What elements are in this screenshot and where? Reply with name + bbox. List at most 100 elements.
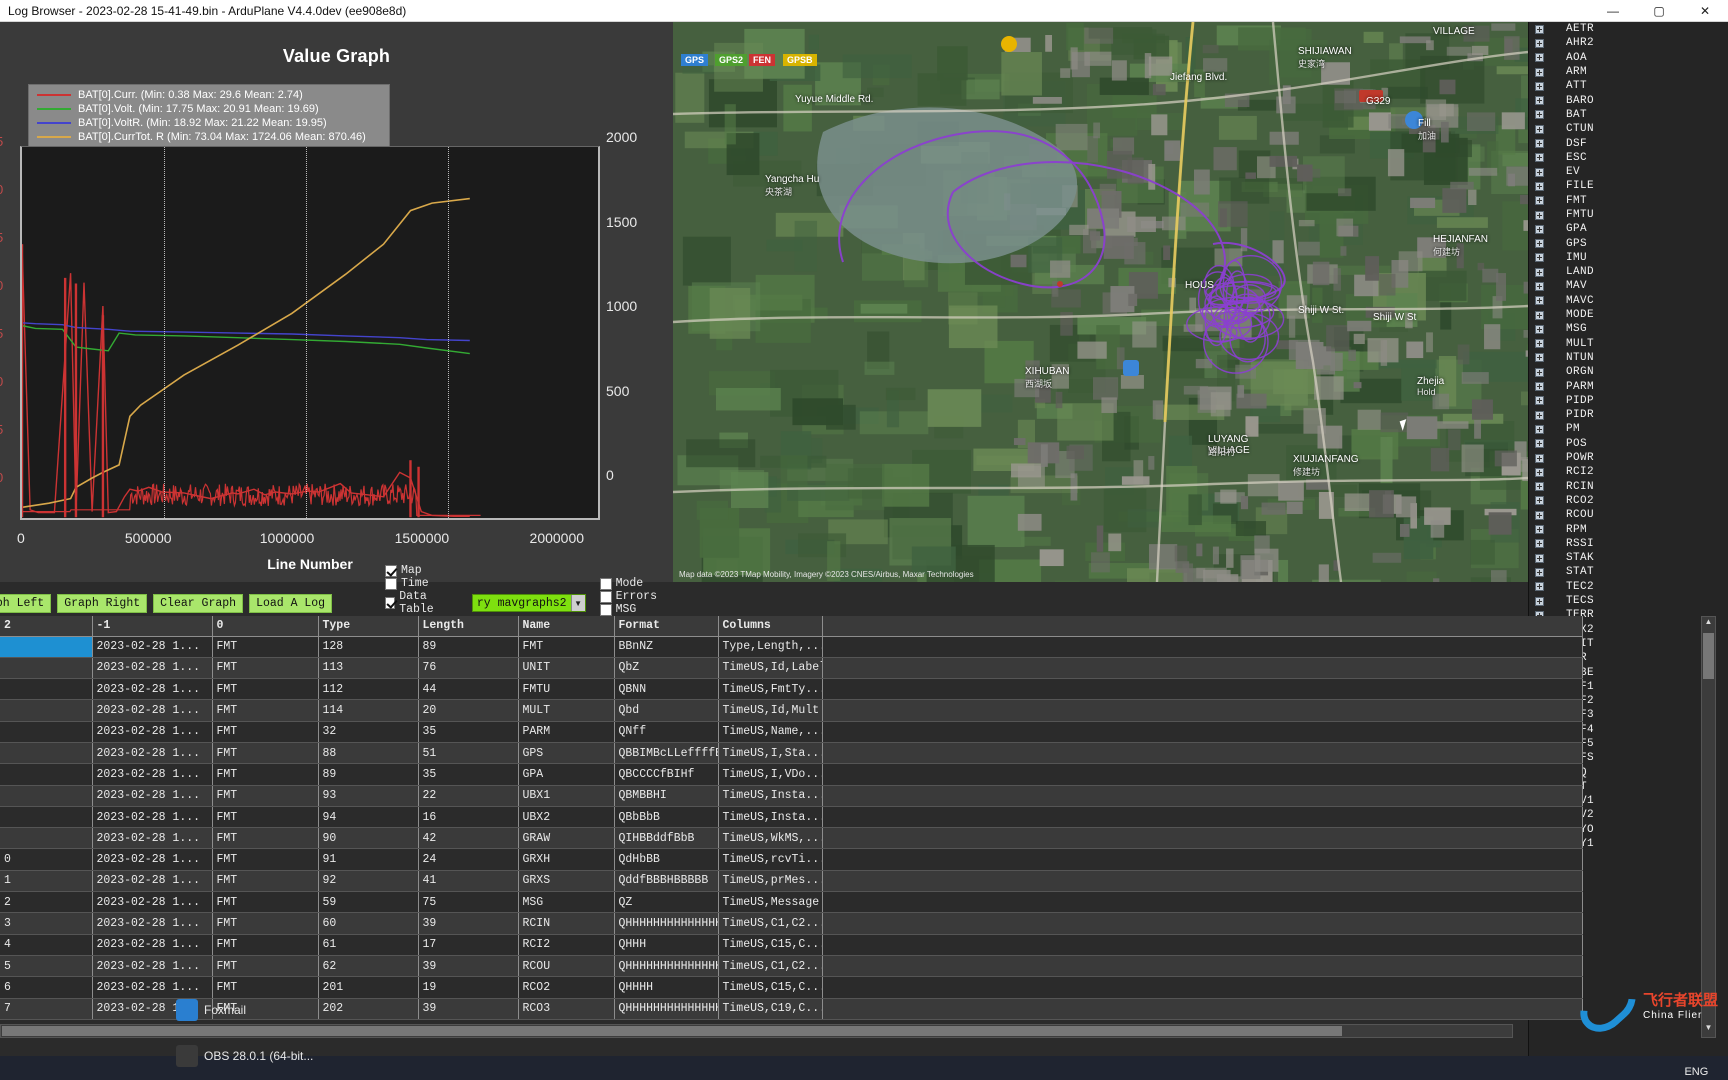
table-cell-type[interactable]: FMT: [212, 806, 319, 829]
table-cell-c[interactable]: 39: [418, 998, 519, 1020]
table-cell-time[interactable]: 2023-02-28 1...: [92, 955, 213, 978]
table-cell-n[interactable]: [0, 636, 93, 658]
table-cell-len[interactable]: 90: [318, 827, 419, 850]
graph-preset-combobox[interactable]: ry mavgraphs2 ▼: [471, 594, 586, 612]
table-cell-empty[interactable]: [822, 827, 1583, 850]
table-cell-cols[interactable]: Type,Length,...: [718, 636, 823, 658]
table-cell-len[interactable]: 94: [318, 806, 419, 829]
message-type-row[interactable]: CTUN: [1529, 122, 1728, 136]
message-type-row[interactable]: MAV: [1529, 279, 1728, 293]
message-type-row[interactable]: FMT: [1529, 194, 1728, 208]
message-type-row[interactable]: RCI2: [1529, 465, 1728, 479]
message-type-row[interactable]: AOA: [1529, 51, 1728, 65]
expand-plus-icon[interactable]: [1535, 467, 1544, 477]
message-type-row[interactable]: EV: [1529, 165, 1728, 179]
expand-plus-icon[interactable]: [1535, 496, 1544, 506]
table-cell-name[interactable]: MSG: [518, 891, 615, 914]
map-panel[interactable]: GPS GPS2 FEN GPSB Yangcha Hu 央茶湖 XIHUBAN 西湖坂 LU…: [673, 22, 1528, 582]
table-cell-n[interactable]: [0, 806, 93, 829]
expand-plus-icon[interactable]: [1535, 96, 1544, 106]
table-cell-n[interactable]: 4: [0, 934, 93, 956]
table-cell-c[interactable]: 41: [418, 870, 519, 893]
message-type-row[interactable]: POWR: [1529, 451, 1728, 465]
table-cell-fmt[interactable]: QZ: [614, 891, 719, 914]
message-type-row[interactable]: PIDP: [1529, 394, 1728, 408]
table-cell-fmt[interactable]: QHHHHHHHHHHHHHH: [614, 998, 719, 1020]
table-cell-name[interactable]: GRXS: [518, 870, 615, 893]
table-row[interactable]: 2023-02-28 1... FMT 89 35 GPA QBCCCCfBIHf Time…: [0, 763, 1583, 786]
table-cell-cols[interactable]: TimeUS,I,VDo...: [718, 763, 823, 786]
table-cell-len[interactable]: 114: [318, 699, 419, 722]
checkbox-errors[interactable]: Errors: [599, 590, 657, 603]
checkbox-map[interactable]: Map: [385, 564, 456, 577]
table-cell-time[interactable]: 2023-02-28 1...: [92, 848, 213, 871]
table-cell-empty[interactable]: [822, 785, 1583, 807]
table-cell-time[interactable]: 2023-02-28 1...: [92, 657, 213, 680]
table-cell-time[interactable]: 2023-02-28 1...: [92, 636, 213, 658]
table-column-header[interactable]: Columns: [718, 616, 823, 637]
message-type-row[interactable]: ORGN: [1529, 365, 1728, 379]
expand-plus-icon[interactable]: [1535, 453, 1544, 463]
table-cell-time[interactable]: 2023-02-28 1...: [92, 806, 213, 829]
expand-plus-icon[interactable]: [1535, 67, 1544, 77]
taskbar-clock[interactable]: ENG19:44: [1674, 1066, 1722, 1080]
expand-plus-icon[interactable]: [1535, 24, 1544, 34]
table-cell-type[interactable]: FMT: [212, 657, 319, 680]
table-cell-c[interactable]: 24: [418, 848, 519, 871]
table-cell-empty[interactable]: [822, 891, 1583, 914]
table-cell-empty[interactable]: [822, 934, 1583, 956]
table-cell-fmt[interactable]: QHHHH: [614, 976, 719, 999]
graph-button-graph-right[interactable]: Graph Right: [57, 593, 148, 613]
table-cell-time[interactable]: 2023-02-28 1...: [92, 827, 213, 850]
vertical-scroll-thumb[interactable]: [1703, 633, 1714, 679]
expand-plus-icon[interactable]: [1535, 281, 1544, 291]
table-cell-fmt[interactable]: QHHH: [614, 934, 719, 956]
message-type-row[interactable]: MODE: [1529, 308, 1728, 322]
table-cell-cols[interactable]: TimeUS,C1,C2...: [718, 955, 823, 978]
expand-plus-icon[interactable]: [1535, 210, 1544, 220]
taskbar-language[interactable]: ENG: [1684, 1066, 1712, 1079]
message-type-row[interactable]: PARM: [1529, 379, 1728, 393]
graph-button-clear-graph[interactable]: Clear Graph: [153, 593, 244, 613]
table-column-header[interactable]: 0: [212, 616, 319, 637]
table-cell-type[interactable]: FMT: [212, 763, 319, 786]
table-cell-name[interactable]: PARM: [518, 721, 615, 743]
table-cell-c[interactable]: 76: [418, 657, 519, 680]
expand-plus-icon[interactable]: [1535, 410, 1544, 420]
table-cell-len[interactable]: 91: [318, 848, 419, 871]
table-cell-c[interactable]: 35: [418, 763, 519, 786]
expand-plus-icon[interactable]: [1535, 296, 1544, 306]
message-type-row[interactable]: GPS: [1529, 236, 1728, 250]
table-cell-name[interactable]: MULT: [518, 699, 615, 722]
table-cell-n[interactable]: [0, 785, 93, 807]
table-cell-type[interactable]: FMT: [212, 891, 319, 914]
message-type-row[interactable]: RPM: [1529, 522, 1728, 536]
table-cell-name[interactable]: RCO3: [518, 998, 615, 1020]
expand-plus-icon[interactable]: [1535, 324, 1544, 334]
table-cell-c[interactable]: 35: [418, 721, 519, 743]
table-cell-type[interactable]: FMT: [212, 699, 319, 722]
message-type-row[interactable]: RCIN: [1529, 480, 1728, 494]
expand-plus-icon[interactable]: [1535, 153, 1544, 163]
table-cell-n[interactable]: [0, 742, 93, 765]
table-cell-fmt[interactable]: Qbd: [614, 699, 719, 722]
message-type-row[interactable]: ESC: [1529, 151, 1728, 165]
table-column-header[interactable]: -1: [92, 616, 213, 637]
table-cell-type[interactable]: FMT: [212, 870, 319, 893]
table-cell-len[interactable]: 92: [318, 870, 419, 893]
table-row[interactable]: 5 2023-02-28 1... FMT 62 39 RCOU QHHHHHHHHHHHH…: [0, 955, 1583, 978]
message-type-row[interactable]: ARM: [1529, 65, 1728, 79]
table-cell-fmt[interactable]: QBNN: [614, 678, 719, 701]
windows-taskbar[interactable]: FoxmailOBS 28.0.1 (64-bit...Mission Plan…: [0, 999, 1728, 1080]
expand-plus-icon[interactable]: [1535, 510, 1544, 520]
tray-icons[interactable]: [1544, 1070, 1674, 1080]
table-cell-len[interactable]: 112: [318, 678, 419, 701]
checkbox-time[interactable]: Time: [385, 577, 456, 590]
expand-plus-icon[interactable]: [1535, 396, 1544, 406]
table-cell-name[interactable]: RCOU: [518, 955, 615, 978]
table-cell-empty[interactable]: [822, 848, 1583, 871]
table-cell-c[interactable]: 89: [418, 636, 519, 658]
table-cell-name[interactable]: RCIN: [518, 912, 615, 935]
expand-plus-icon[interactable]: [1535, 567, 1544, 577]
table-cell-len[interactable]: 202: [318, 998, 419, 1020]
